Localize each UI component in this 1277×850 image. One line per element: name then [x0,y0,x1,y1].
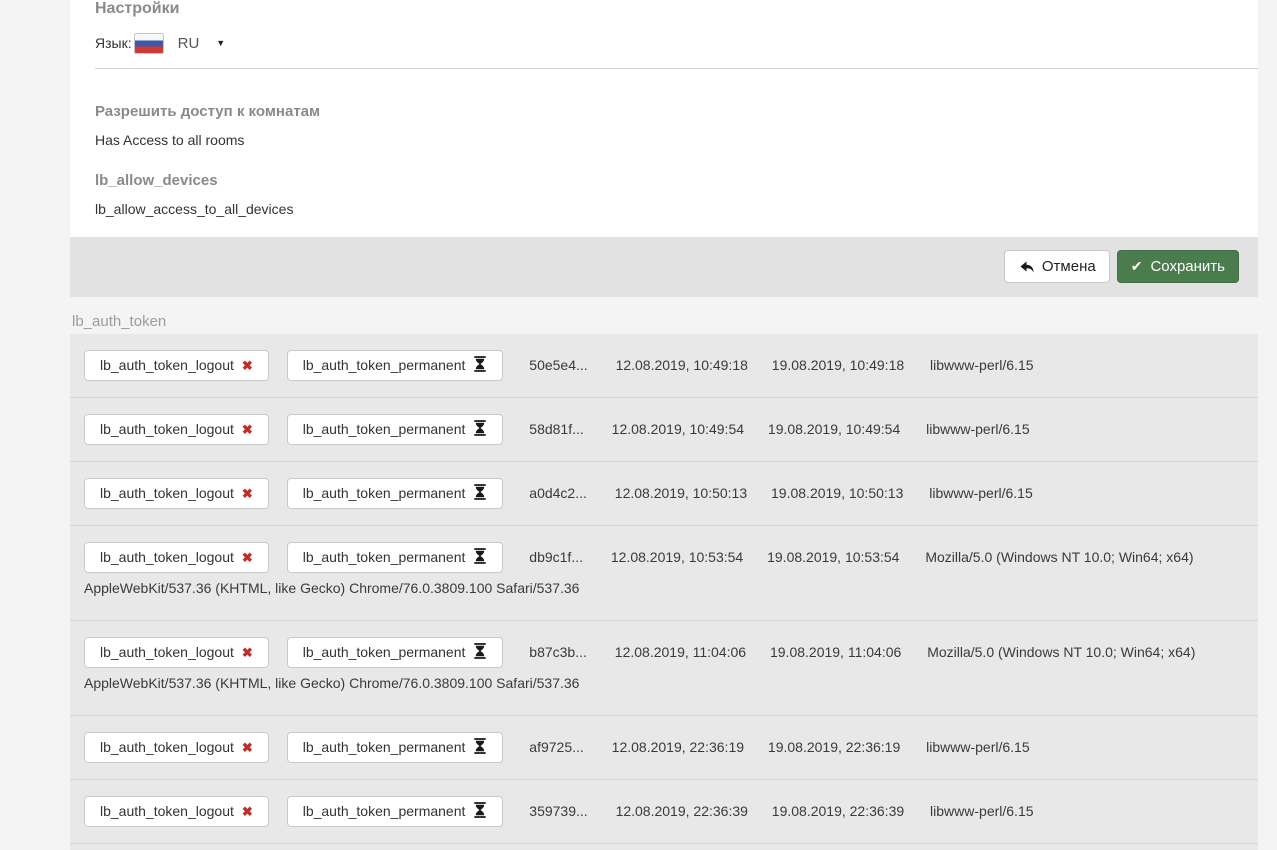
token-logout-label: lb_auth_token_logout [100,644,234,660]
token-logout-button[interactable]: lb_auth_token_logout ✖ [84,478,269,509]
allow-devices-heading: lb_allow_devices [95,172,1233,189]
token-logout-label: lb_auth_token_logout [100,421,234,437]
settings-panel: Настройки Язык: RU ▼ Разрешить доступ к … [70,0,1258,237]
rooms-access-value: Has Access to all rooms [95,132,1233,148]
token-value: b87c3b... [529,637,587,668]
language-selector[interactable]: Язык: RU ▼ [95,32,1233,54]
token-value: a0d4c2... [529,478,587,509]
logout-x-icon: ✖ [242,486,253,501]
token-user-agent: libwww-perl/6.15 [929,485,1032,501]
token-expires-date: 19.08.2019, 10:49:54 [768,414,900,445]
check-icon: ✔ [1131,256,1143,277]
token-user-agent: libwww-perl/6.15 [926,739,1029,755]
token-logout-label: lb_auth_token_logout [100,485,234,501]
token-value: 58d81f... [529,414,584,445]
token-expires-date: 19.08.2019, 22:36:19 [768,732,900,763]
token-row: lb_auth_token_logout ✖ lb_auth_token_perm… [70,462,1258,526]
hourglass-icon [473,356,487,372]
token-permanent-button[interactable]: lb_auth_token_permanent [287,542,504,573]
token-user-agent: libwww-perl/6.15 [926,421,1029,437]
language-value: RU [178,35,200,52]
token-created-date: 12.08.2019, 22:36:39 [616,796,748,827]
token-row: lb_auth_token_logout ✖ lb_auth_token_perm… [70,526,1258,621]
save-button-label: Сохранить [1150,256,1225,277]
token-created-date: 12.08.2019, 11:04:06 [615,637,746,668]
token-value: db9c1f... [529,542,583,573]
token-permanent-label: lb_auth_token_permanent [303,803,466,819]
token-permanent-label: lb_auth_token_permanent [303,485,466,501]
main-column: Настройки Язык: RU ▼ Разрешить доступ к … [70,0,1258,850]
token-permanent-button[interactable]: lb_auth_token_permanent [287,414,504,445]
token-logout-button[interactable]: lb_auth_token_logout ✖ [84,414,269,445]
token-user-agent: libwww-perl/6.15 [930,357,1033,373]
token-permanent-label: lb_auth_token_permanent [303,421,466,437]
token-logout-button[interactable]: lb_auth_token_logout ✖ [84,350,269,381]
token-row: lb_auth_token_logout ✖ lb_auth_token_perm… [70,780,1258,844]
auth-token-section-label: lb_auth_token [72,313,1258,330]
allow-devices-value: lb_allow_access_to_all_devices [95,201,1233,217]
token-logout-button[interactable]: lb_auth_token_logout ✖ [84,732,269,763]
token-row: lb_auth_token_logout ✖ lb_auth_token_perm… [70,398,1258,462]
divider [95,68,1258,69]
token-user-agent: libwww-perl/6.15 [930,803,1033,819]
token-created-date: 12.08.2019, 22:36:19 [612,732,744,763]
logout-x-icon: ✖ [242,422,253,437]
token-logout-button[interactable]: lb_auth_token_logout ✖ [84,796,269,827]
hourglass-icon [473,484,487,500]
token-expires-date: 19.08.2019, 10:53:54 [767,542,899,573]
undo-arrow-icon [1018,258,1035,275]
hourglass-icon [473,738,487,754]
token-permanent-button[interactable]: lb_auth_token_permanent [287,732,504,763]
token-row: lb_auth_token_logout ✖ lb_auth_token_perm… [70,716,1258,780]
token-logout-button[interactable]: lb_auth_token_logout ✖ [84,637,269,668]
cancel-button[interactable]: Отмена [1004,250,1110,283]
hourglass-icon [473,420,487,436]
cancel-button-label: Отмена [1042,256,1096,277]
form-actions-bar: Отмена ✔ Сохранить [70,237,1258,297]
token-logout-button[interactable]: lb_auth_token_logout ✖ [84,542,269,573]
token-permanent-label: lb_auth_token_permanent [303,739,466,755]
token-row: lb_auth_token_logout ✖ lb_auth_token_perm… [70,334,1258,398]
token-permanent-button[interactable]: lb_auth_token_permanent [287,637,504,668]
logout-x-icon: ✖ [242,550,253,565]
hourglass-icon [473,643,487,659]
save-button[interactable]: ✔ Сохранить [1117,250,1239,283]
token-logout-label: lb_auth_token_logout [100,803,234,819]
token-permanent-label: lb_auth_token_permanent [303,357,466,373]
token-value: 50e5e4... [529,350,587,381]
logout-x-icon: ✖ [242,804,253,819]
token-expires-date: 19.08.2019, 10:50:13 [771,478,903,509]
logout-x-icon: ✖ [242,740,253,755]
settings-title: Настройки [95,1,1233,17]
token-permanent-button[interactable]: lb_auth_token_permanent [287,478,504,509]
russia-flag-icon [134,33,164,54]
token-row: lb_auth_token_logout ✖ lb_auth_token_perm… [70,621,1258,716]
language-label: Язык: [95,35,132,51]
token-permanent-button[interactable]: lb_auth_token_permanent [287,350,504,381]
hourglass-icon [473,548,487,564]
logout-x-icon: ✖ [242,645,253,660]
rooms-access-heading: Разрешить доступ к комнатам [95,103,1233,120]
token-permanent-label: lb_auth_token_permanent [303,549,466,565]
page: Настройки Язык: RU ▼ Разрешить доступ к … [0,0,1277,850]
token-created-date: 12.08.2019, 10:49:18 [616,350,748,381]
logout-x-icon: ✖ [242,358,253,373]
token-value: af9725... [529,732,584,763]
token-expires-date: 19.08.2019, 10:49:18 [772,350,904,381]
hourglass-icon [473,802,487,818]
chevron-down-icon[interactable]: ▼ [216,38,225,48]
token-created-date: 12.08.2019, 10:49:54 [612,414,744,445]
auth-token-list: lb_auth_token_logout ✖ lb_auth_token_perm… [70,334,1258,850]
token-expires-date: 19.08.2019, 22:36:39 [772,796,904,827]
token-value: 359739... [529,796,587,827]
token-created-date: 12.08.2019, 10:50:13 [615,478,747,509]
token-created-date: 12.08.2019, 10:53:54 [611,542,743,573]
token-logout-label: lb_auth_token_logout [100,739,234,755]
token-expires-date: 19.08.2019, 11:04:06 [770,637,901,668]
token-permanent-label: lb_auth_token_permanent [303,644,466,660]
token-permanent-button[interactable]: lb_auth_token_permanent [287,796,504,827]
token-logout-label: lb_auth_token_logout [100,357,234,373]
token-logout-label: lb_auth_token_logout [100,549,234,565]
